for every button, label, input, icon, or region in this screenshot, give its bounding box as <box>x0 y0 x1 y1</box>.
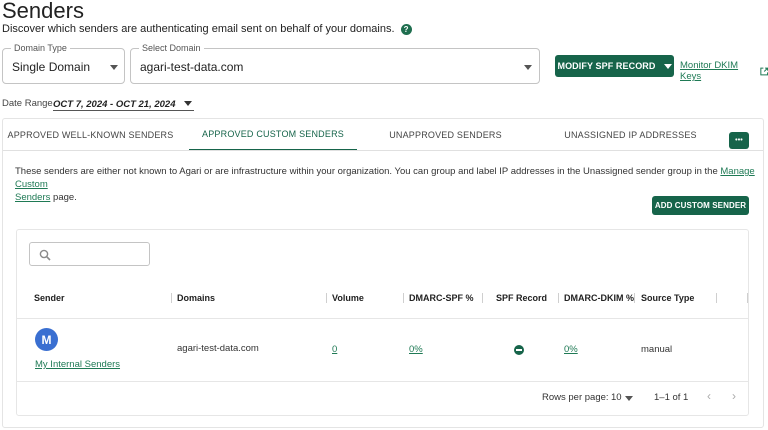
column-header-domains[interactable]: Domains <box>177 293 215 303</box>
chevron-left-icon[interactable]: ‹ <box>707 389 711 403</box>
modify-spf-record-button[interactable]: MODIFY SPF RECORD <box>555 55 674 77</box>
rows-per-page-label: Rows per page: <box>542 392 609 403</box>
modify-spf-label: MODIFY SPF RECORD <box>557 61 656 71</box>
chevron-down-icon <box>110 65 118 70</box>
row-divider <box>17 381 748 382</box>
help-icon[interactable]: ? <box>400 23 412 35</box>
avatar: M <box>35 328 58 351</box>
monitor-dkim-keys-link[interactable]: Monitor DKIM Keys <box>680 60 768 82</box>
tab-description: These senders are either not known to Ag… <box>15 165 755 204</box>
column-header-sender[interactable]: Sender <box>34 293 65 303</box>
dmarc-spf-link[interactable]: 0% <box>409 344 423 355</box>
select-domain-select[interactable]: Select Domain agari-test-data.com <box>130 43 540 84</box>
search-icon <box>39 249 51 261</box>
chevron-down-icon <box>663 63 672 69</box>
senders-table: Sender Domains Volume DMARC-SPF % SPF Re… <box>16 229 749 416</box>
tab-approved-well-known-senders[interactable]: APPROVED WELL-KNOWN SENDERS <box>3 119 178 151</box>
column-header-volume[interactable]: Volume <box>332 293 364 303</box>
description-text: These senders are either not known to Ag… <box>15 166 718 177</box>
monitor-dkim-label: Monitor DKIM Keys <box>680 60 739 82</box>
column-divider <box>403 293 404 303</box>
add-custom-sender-button[interactable]: ADD CUSTOM SENDER <box>652 196 749 215</box>
column-header-spf-record[interactable]: SPF Record <box>496 293 547 303</box>
tabs-divider <box>3 150 763 151</box>
column-header-dmarc-spf[interactable]: DMARC-SPF % <box>409 293 474 303</box>
date-range-label: Date Range <box>2 98 53 109</box>
domain-type-value: Single Domain <box>12 60 91 74</box>
dmarc-dkim-link[interactable]: 0% <box>564 344 578 355</box>
column-divider <box>171 293 172 303</box>
date-range-value: OCT 7, 2024 - OCT 21, 2024 <box>53 99 176 110</box>
volume-link[interactable]: 0 <box>332 344 337 355</box>
source-type-cell: manual <box>641 344 673 355</box>
header-divider <box>17 318 748 319</box>
domain-type-select[interactable]: Domain Type Single Domain <box>2 43 125 84</box>
tab-unapproved-senders[interactable]: UNAPPROVED SENDERS <box>368 119 523 151</box>
pagination-range: 1–1 of 1 <box>654 392 689 403</box>
description-suffix: page. <box>53 192 77 203</box>
column-divider <box>482 293 483 303</box>
link-part-2: Senders <box>15 192 51 203</box>
select-domain-label: Select Domain <box>139 43 204 53</box>
column-divider <box>326 293 327 303</box>
column-header-source-type[interactable]: Source Type <box>641 293 694 303</box>
chevron-down-icon <box>625 396 633 401</box>
minus-circle-icon <box>514 345 524 355</box>
tab-unassigned-ip-addresses[interactable]: UNASSIGNED IP ADDRESSES <box>543 119 718 151</box>
chevron-down-icon <box>184 101 192 106</box>
sender-name-link[interactable]: My Internal Senders <box>35 359 120 370</box>
more-options-button[interactable]: ••• <box>729 132 749 149</box>
domain-type-label: Domain Type <box>11 43 70 53</box>
column-header-dmarc-dkim[interactable]: DMARC-DKIM % <box>564 293 634 303</box>
external-link-icon <box>759 67 768 75</box>
page-subtitle: Discover which senders are authenticatin… <box>2 23 412 35</box>
column-divider <box>716 293 717 303</box>
date-range-select[interactable]: OCT 7, 2024 - OCT 21, 2024 <box>53 96 194 111</box>
chevron-right-icon[interactable]: › <box>732 389 736 403</box>
rows-per-page-select[interactable]: 10 <box>611 391 635 404</box>
page-title: Senders <box>2 0 84 23</box>
column-divider <box>747 293 748 303</box>
tab-approved-custom-senders[interactable]: APPROVED CUSTOM SENDERS <box>189 119 357 151</box>
column-divider <box>634 293 635 303</box>
domain-cell: agari-test-data.com <box>177 343 259 354</box>
rows-per-page-value: 10 <box>611 392 622 403</box>
subtitle-text: Discover which senders are authenticatin… <box>2 23 395 35</box>
column-divider <box>558 293 559 303</box>
select-domain-value: agari-test-data.com <box>140 60 244 74</box>
search-input[interactable] <box>29 242 150 266</box>
chevron-down-icon <box>524 65 532 70</box>
